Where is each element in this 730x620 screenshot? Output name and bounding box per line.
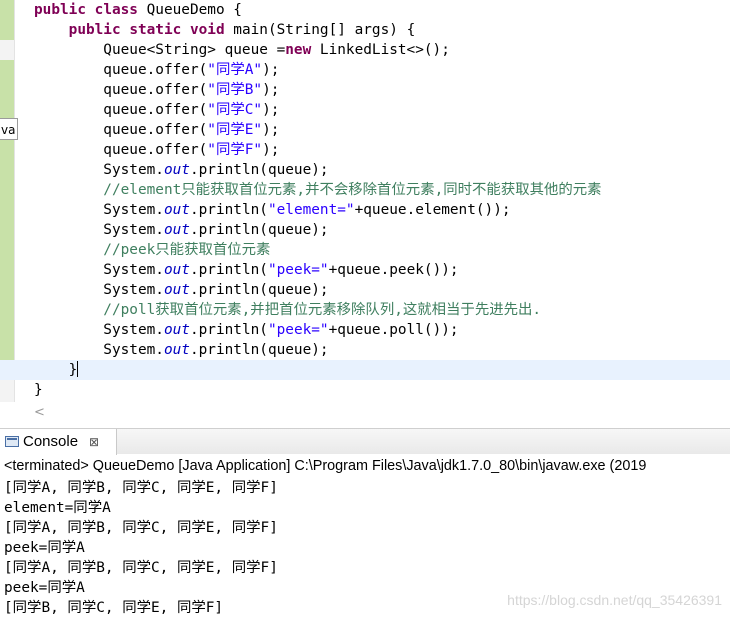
code-token: .println( xyxy=(189,202,268,218)
console-output-line: [同学A, 同学B, 同学C, 同学E, 同学F] xyxy=(4,480,278,496)
scroll-left-icon[interactable]: < xyxy=(34,402,45,424)
code-token: System. xyxy=(34,222,164,238)
code-token: +queue.peek()); xyxy=(328,262,459,278)
code-editor[interactable]: public class QueueDemo { public static v… xyxy=(0,0,730,402)
code-token: "peek=" xyxy=(267,322,329,338)
code-line[interactable]: System.out.println("peek="+queue.peek())… xyxy=(34,260,730,280)
code-token: .println( xyxy=(189,322,268,338)
code-token: ); xyxy=(262,82,280,98)
code-token: public xyxy=(68,22,130,38)
code-token: .println(queue); xyxy=(189,162,329,178)
code-token: public xyxy=(34,2,95,18)
code-token: System. xyxy=(34,322,164,338)
code-token: ); xyxy=(262,62,280,78)
code-token: "同学A" xyxy=(207,62,263,78)
code-token: Queue<String> queue = xyxy=(34,42,286,58)
code-token: +queue.poll()); xyxy=(328,322,459,338)
code-token: .println( xyxy=(189,262,268,278)
change-marker xyxy=(0,0,14,40)
code-line[interactable]: } xyxy=(34,380,730,400)
code-token: "同学F" xyxy=(207,142,263,158)
console-status: <terminated> QueueDemo [Java Application… xyxy=(4,458,647,474)
code-token: queue.offer( xyxy=(34,62,208,78)
code-token: "同学C" xyxy=(207,102,263,118)
tab-console[interactable]: Console ⊠ xyxy=(0,429,117,455)
code-token: "peek=" xyxy=(267,262,329,278)
close-icon[interactable]: ⊠ xyxy=(89,429,99,455)
code-line[interactable]: System.out.println(queue); xyxy=(34,220,730,240)
code-line[interactable]: System.out.println(queue); xyxy=(34,160,730,180)
code-line[interactable]: } xyxy=(0,360,730,380)
code-token: new xyxy=(285,42,320,58)
code-token: out xyxy=(163,282,190,298)
code-token: static xyxy=(129,22,190,38)
code-line[interactable]: System.out.println("element="+queue.elem… xyxy=(34,200,730,220)
side-tab[interactable]: va xyxy=(0,118,18,140)
code-token: queue.offer( xyxy=(34,142,208,158)
code-token: queue.offer( xyxy=(34,102,208,118)
code-token: main(String[] args) { xyxy=(233,22,416,38)
code-token: queue.offer( xyxy=(34,122,208,138)
code-token: ); xyxy=(262,102,280,118)
code-line[interactable]: System.out.println("peek="+queue.poll())… xyxy=(34,320,730,340)
code-token: System. xyxy=(34,162,164,178)
code-line[interactable]: queue.offer("同学A"); xyxy=(34,60,730,80)
console-output-line: [同学A, 同学B, 同学C, 同学E, 同学F] xyxy=(4,560,278,576)
code-token: LinkedList<>(); xyxy=(319,42,450,58)
code-token: .println(queue); xyxy=(189,342,329,358)
code-token: } xyxy=(34,362,78,378)
console-tab-label: Console xyxy=(23,433,79,450)
code-token: out xyxy=(163,342,190,358)
code-token: System. xyxy=(34,342,164,358)
code-token: +queue.element()); xyxy=(354,202,511,218)
code-line[interactable]: public class QueueDemo { xyxy=(34,0,730,20)
code-token: ); xyxy=(262,142,280,158)
code-token: //element只能获取首位元素,并不会移除首位元素,同时不能获取其他的元素 xyxy=(34,182,602,198)
code-token: System. xyxy=(34,262,164,278)
code-token: "同学B" xyxy=(207,82,263,98)
code-line[interactable]: Queue<String> queue =new LinkedList<>(); xyxy=(34,40,730,60)
code-token: "element=" xyxy=(267,202,355,218)
change-marker xyxy=(0,60,14,380)
code-token: System. xyxy=(34,282,164,298)
console-header: Console ⊠ xyxy=(0,428,730,455)
code-token: ); xyxy=(262,122,280,138)
code-token: class xyxy=(94,2,147,18)
code-token: //poll获取首位元素,并把首位元素移除队列,这就相当于先进先出. xyxy=(34,302,542,318)
code-line[interactable]: queue.offer("同学C"); xyxy=(34,100,730,120)
code-line[interactable]: queue.offer("同学E"); xyxy=(34,120,730,140)
code-token: queue.offer( xyxy=(34,82,208,98)
code-token: "同学E" xyxy=(207,122,263,138)
code-token: .println(queue); xyxy=(189,222,329,238)
code-token: void xyxy=(189,22,234,38)
code-line[interactable]: //peek只能获取首位元素 xyxy=(34,240,730,260)
code-line[interactable]: System.out.println(queue); xyxy=(34,280,730,300)
code-token: out xyxy=(163,322,190,338)
code-line[interactable]: public static void main(String[] args) { xyxy=(34,20,730,40)
console-output-line: element=同学A xyxy=(4,500,111,516)
horizontal-scrollbar[interactable]: < xyxy=(0,402,730,424)
code-token: QueueDemo { xyxy=(146,2,242,18)
console-output-line: peek=同学A xyxy=(4,540,85,556)
code-token: out xyxy=(163,162,190,178)
code-token: System. xyxy=(34,202,164,218)
text-caret xyxy=(77,361,79,377)
watermark: https://blog.csdn.net/qq_35426391 xyxy=(507,592,722,608)
code-token: .println(queue); xyxy=(189,282,329,298)
code-token: out xyxy=(163,202,190,218)
code-token: out xyxy=(163,262,190,278)
code-line[interactable]: queue.offer("同学B"); xyxy=(34,80,730,100)
code-token: //peek只能获取首位元素 xyxy=(34,242,271,258)
code-line[interactable]: //poll获取首位元素,并把首位元素移除队列,这就相当于先进先出. xyxy=(34,300,730,320)
console-icon xyxy=(5,436,19,447)
code-line[interactable]: System.out.println(queue); xyxy=(34,340,730,360)
code-token: out xyxy=(163,222,190,238)
code-token: } xyxy=(34,382,43,398)
console-output-line: [同学A, 同学B, 同学C, 同学E, 同学F] xyxy=(4,520,278,536)
code-line[interactable]: queue.offer("同学F"); xyxy=(34,140,730,160)
editor-gutter xyxy=(0,0,15,402)
code-line[interactable]: //element只能获取首位元素,并不会移除首位元素,同时不能获取其他的元素 xyxy=(34,180,730,200)
